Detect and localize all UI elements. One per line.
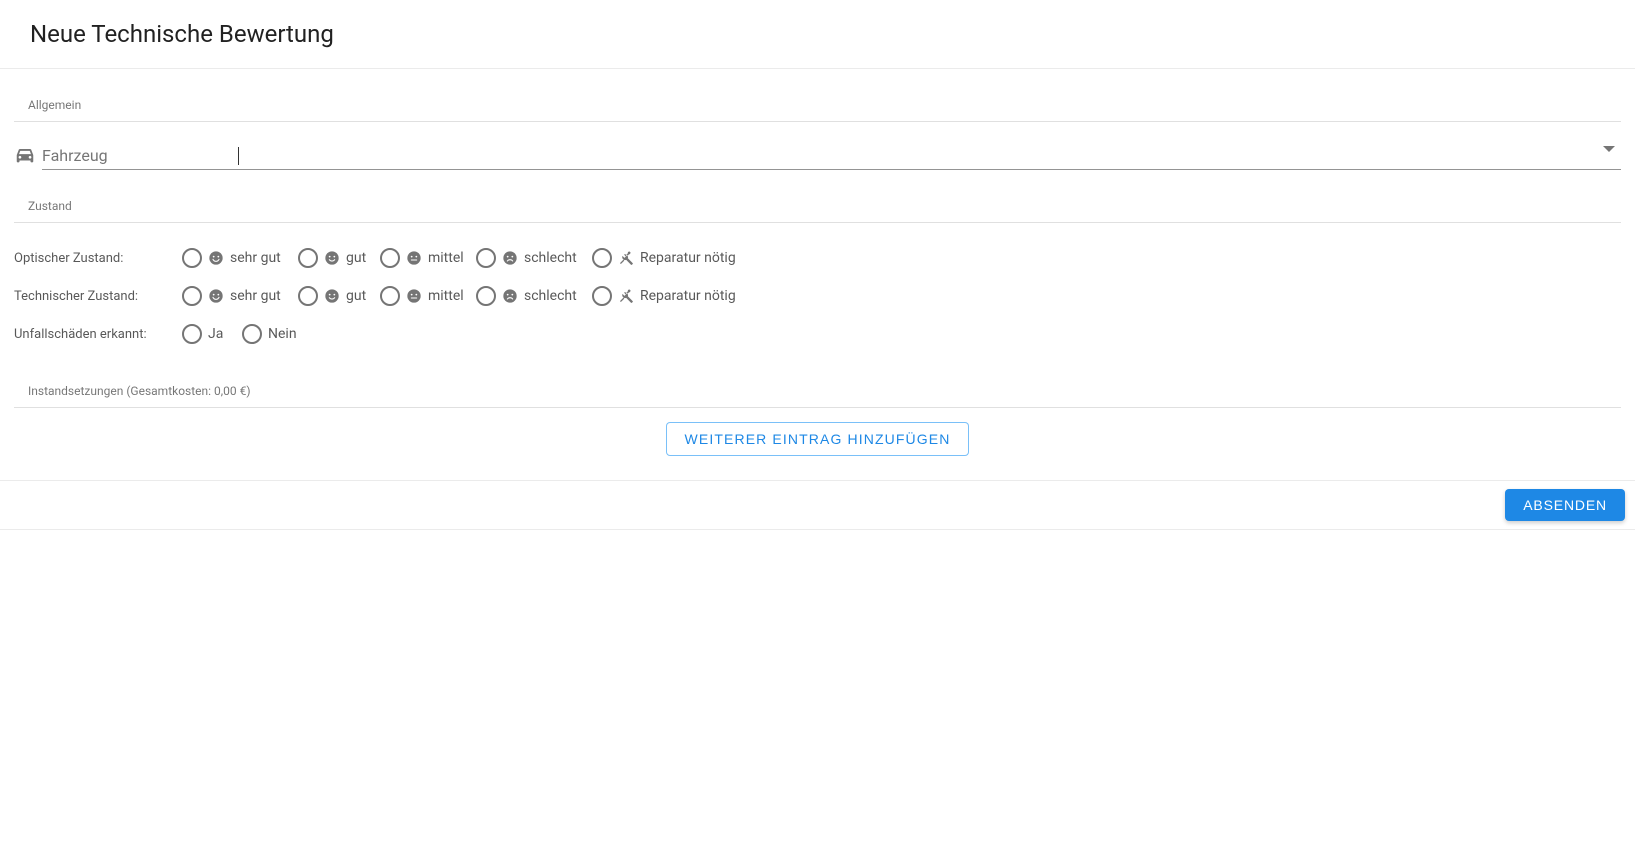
vehicle-field-row: Fahrzeug: [14, 142, 1621, 170]
accident-row: Unfallschäden erkannt: Ja Nein: [14, 315, 1621, 353]
divider: [14, 121, 1621, 122]
divider: [14, 407, 1621, 408]
radio-unchecked-icon: [182, 286, 202, 306]
vehicle-autocomplete[interactable]: Fahrzeug: [42, 142, 1621, 170]
technical-opt-sehr-gut[interactable]: sehr gut: [182, 286, 298, 306]
optical-condition-row: Optischer Zustand: sehr gut gut mittel: [14, 239, 1621, 277]
opt-label: mittel: [428, 288, 464, 304]
footer: Absenden: [0, 480, 1635, 530]
optical-opt-reparatur[interactable]: Reparatur nötig: [592, 248, 736, 268]
technical-opt-reparatur[interactable]: Reparatur nötig: [592, 286, 736, 306]
car-icon: [14, 144, 36, 166]
opt-label: Nein: [268, 326, 297, 342]
face-happy-icon: [208, 250, 224, 266]
optical-opt-gut[interactable]: gut: [298, 248, 380, 268]
opt-label: schlecht: [524, 288, 577, 304]
technical-condition-row: Technischer Zustand: sehr gut gut mittel: [14, 277, 1621, 315]
page-header: Neue Technische Bewertung: [0, 0, 1635, 69]
accident-label: Unfallschäden erkannt:: [14, 327, 182, 342]
section-general: Allgemein: [14, 97, 1621, 114]
face-neutral-icon: [406, 250, 422, 266]
technical-condition-options: sehr gut gut mittel schlecht: [182, 286, 736, 306]
radio-unchecked-icon: [182, 324, 202, 344]
radio-unchecked-icon: [298, 248, 318, 268]
opt-label: mittel: [428, 250, 464, 266]
opt-label: gut: [346, 288, 366, 304]
submit-button[interactable]: Absenden: [1505, 489, 1625, 521]
optical-opt-mittel[interactable]: mittel: [380, 248, 476, 268]
face-neutral-icon: [406, 288, 422, 304]
radio-unchecked-icon: [592, 248, 612, 268]
accident-options: Ja Nein: [182, 324, 297, 344]
section-repairs-label: Instandsetzungen (Gesamtkosten: 0,00 €): [28, 384, 261, 398]
radio-unchecked-icon: [298, 286, 318, 306]
radio-unchecked-icon: [380, 286, 400, 306]
technical-condition-label: Technischer Zustand:: [14, 289, 182, 304]
technical-opt-gut[interactable]: gut: [298, 286, 380, 306]
tools-icon: [618, 288, 634, 304]
radio-unchecked-icon: [380, 248, 400, 268]
optical-opt-sehr-gut[interactable]: sehr gut: [182, 248, 298, 268]
face-sad-icon: [502, 250, 518, 266]
section-general-label: Allgemein: [28, 98, 91, 112]
radio-unchecked-icon: [476, 286, 496, 306]
opt-label: Ja: [208, 326, 223, 342]
section-condition: Zustand: [14, 198, 1621, 215]
page-title: Neue Technische Bewertung: [30, 20, 1605, 48]
radio-unchecked-icon: [182, 248, 202, 268]
tools-icon: [618, 250, 634, 266]
radio-unchecked-icon: [476, 248, 496, 268]
section-condition-label: Zustand: [28, 199, 82, 213]
optical-condition-options: sehr gut gut mittel schlecht: [182, 248, 736, 268]
technical-opt-schlecht[interactable]: schlecht: [476, 286, 592, 306]
radio-unchecked-icon: [242, 324, 262, 344]
opt-label: schlecht: [524, 250, 577, 266]
face-smile-icon: [324, 288, 340, 304]
optical-condition-label: Optischer Zustand:: [14, 251, 182, 266]
accident-opt-ja[interactable]: Ja: [182, 324, 242, 344]
face-smile-icon: [324, 250, 340, 266]
radio-unchecked-icon: [592, 286, 612, 306]
opt-label: sehr gut: [230, 288, 281, 304]
opt-label: Reparatur nötig: [640, 250, 736, 266]
section-repairs: Instandsetzungen (Gesamtkosten: 0,00 €): [14, 383, 1621, 400]
add-entry-wrap: Weiterer Eintrag hinzufügen: [14, 400, 1621, 456]
opt-label: gut: [346, 250, 366, 266]
optical-opt-schlecht[interactable]: schlecht: [476, 248, 592, 268]
face-sad-icon: [502, 288, 518, 304]
technical-opt-mittel[interactable]: mittel: [380, 286, 476, 306]
chevron-down-icon[interactable]: [1603, 146, 1615, 152]
opt-label: Reparatur nötig: [640, 288, 736, 304]
opt-label: sehr gut: [230, 250, 281, 266]
face-happy-icon: [208, 288, 224, 304]
add-entry-button[interactable]: Weiterer Eintrag hinzufügen: [666, 422, 970, 456]
accident-opt-nein[interactable]: Nein: [242, 324, 297, 344]
divider: [14, 222, 1621, 223]
